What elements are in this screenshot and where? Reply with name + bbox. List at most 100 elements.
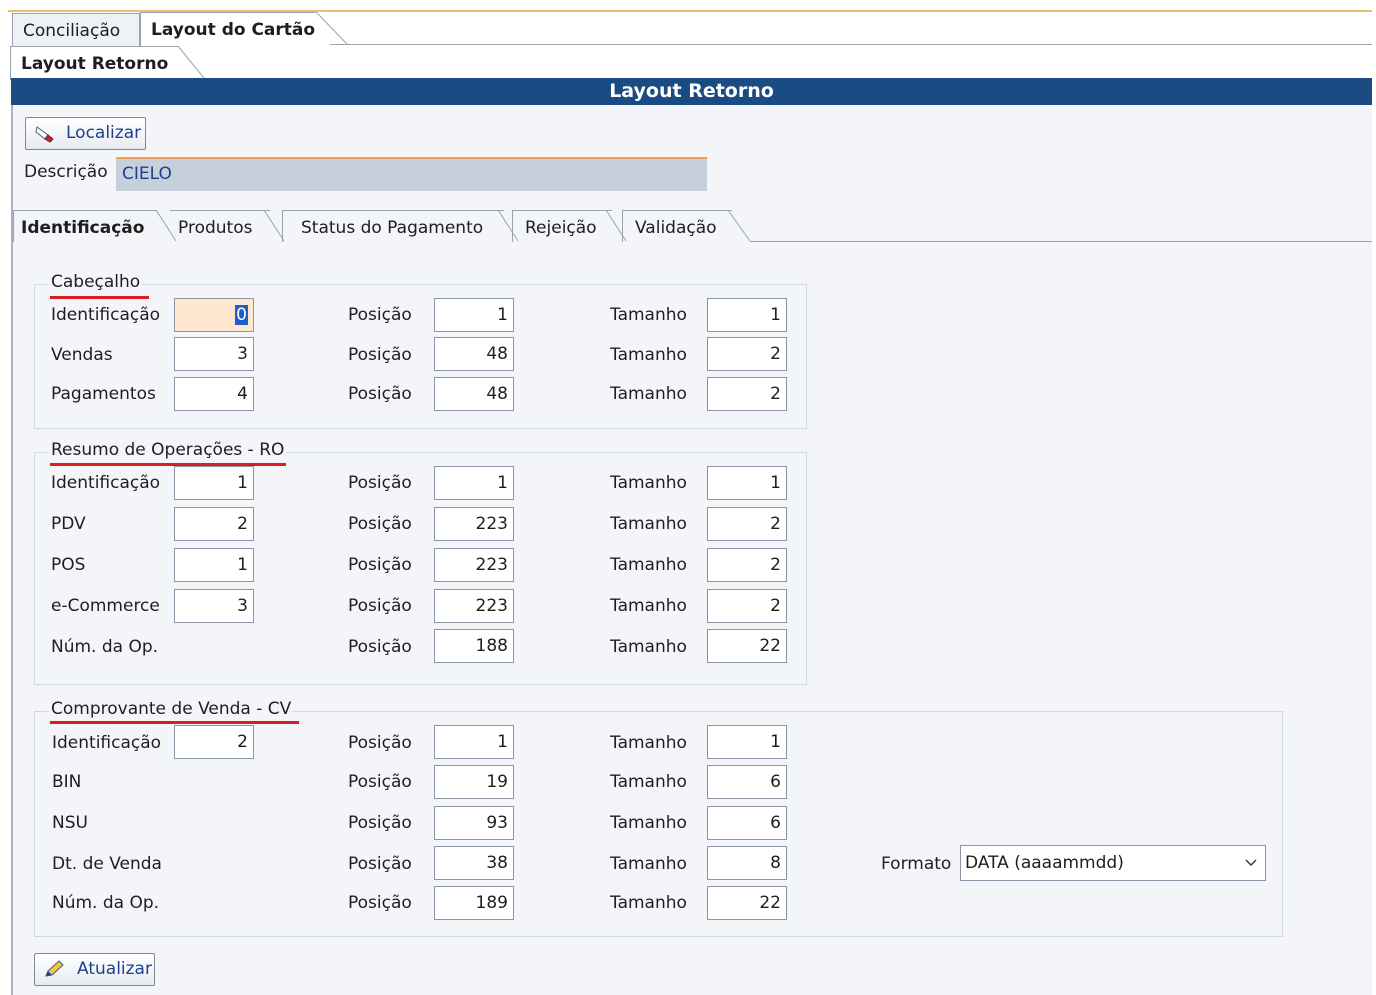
ro-pdv-label: PDV [51,514,86,534]
posicao-label: Posição [348,305,412,325]
ro-num-op-tamanho-input[interactable]: 22 [707,629,787,663]
cab-vendas-posicao-input[interactable]: 48 [434,337,514,371]
ro-identificacao-label: Identificação [51,473,161,493]
cab-vendas-label: Vendas [51,345,113,365]
ro-pdv-posicao-input[interactable]: 223 [434,507,514,541]
cv-dt-venda-label: Dt. de Venda [52,854,162,874]
cv-identificacao-tamanho-input[interactable]: 1 [707,725,787,759]
tamanho-label: Tamanho [610,555,687,575]
cab-vendas-input[interactable]: 3 [174,337,254,371]
descricao-label: Descrição [24,162,108,182]
formato-value: DATA (aaaammdd) [965,853,1124,873]
posicao-label: Posição [348,596,412,616]
posicao-label: Posição [348,637,412,657]
posicao-label: Posição [348,733,412,753]
resumo-title: Resumo de Operações - RO [49,440,287,460]
tamanho-label: Tamanho [610,345,687,365]
comprovante-underline [50,721,299,724]
tamanho-label: Tamanho [610,893,687,913]
cab-identificacao-label: Identificação [51,305,161,325]
cv-bin-posicao-input[interactable]: 19 [434,765,514,799]
cv-identificacao-posicao-input[interactable]: 1 [434,725,514,759]
ro-pdv-tamanho-input[interactable]: 2 [707,507,787,541]
posicao-label: Posição [348,813,412,833]
posicao-label: Posição [348,473,412,493]
posicao-label: Posição [348,772,412,792]
posicao-label: Posição [348,893,412,913]
posicao-label: Posição [348,384,412,404]
ro-identificacao-posicao-input[interactable]: 1 [434,466,514,500]
cv-nsu-posicao-input[interactable]: 93 [434,806,514,840]
atualizar-button[interactable]: Atualizar [34,953,155,986]
tamanho-label: Tamanho [610,733,687,753]
ro-ecommerce-posicao-input[interactable]: 223 [434,589,514,623]
cab-vendas-tamanho-input[interactable]: 2 [707,337,787,371]
ro-num-op-posicao-input[interactable]: 188 [434,629,514,663]
chevron-down-icon [1245,859,1257,866]
tamanho-label: Tamanho [610,384,687,404]
atualizar-label: Atualizar [77,959,152,979]
tab-layout-do-cartao[interactable]: Layout do Cartão [140,12,315,46]
cv-dt-venda-posicao-input[interactable]: 38 [434,846,514,880]
ro-identificacao-tamanho-input[interactable]: 1 [707,466,787,500]
cab-pagamentos-tamanho-input[interactable]: 2 [707,377,787,411]
tab-status-do-pagamento[interactable]: Status do Pagamento [282,210,504,242]
ro-pos-posicao-input[interactable]: 223 [434,548,514,582]
cabecalho-title: Cabeçalho [49,272,143,292]
inner-tab-strip-border [750,241,1372,242]
localizar-button[interactable]: Localizar [25,117,146,150]
tamanho-label: Tamanho [610,772,687,792]
tab-strip-border [330,44,1372,45]
tab-validacao[interactable]: Validação [622,210,732,242]
tamanho-label: Tamanho [610,473,687,493]
cab-pagamentos-posicao-input[interactable]: 48 [434,377,514,411]
tamanho-label: Tamanho [610,813,687,833]
posicao-label: Posição [348,514,412,534]
tab-conciliacao[interactable]: Conciliação [12,13,140,47]
comprovante-title: Comprovante de Venda - CV [49,699,294,719]
cab-pagamentos-input[interactable]: 4 [174,377,254,411]
posicao-label: Posição [348,854,412,874]
cv-nsu-label: NSU [52,813,88,833]
cv-dt-venda-tamanho-input[interactable]: 8 [707,846,787,880]
localizar-label: Localizar [66,123,142,143]
ro-pos-tamanho-input[interactable]: 2 [707,548,787,582]
descricao-field[interactable]: CIELO [116,157,707,191]
subtab-layout-retorno[interactable]: Layout Retorno [10,46,178,80]
ro-ecommerce-input[interactable]: 3 [174,589,254,623]
tab-corner [312,12,349,46]
tamanho-label: Tamanho [610,637,687,657]
cv-num-op-tamanho-input[interactable]: 22 [707,886,787,920]
formato-label: Formato [881,854,952,874]
cv-bin-label: BIN [52,772,82,792]
cabecalho-underline [50,296,149,299]
page-title: Layout Retorno [11,78,1372,105]
tamanho-label: Tamanho [610,305,687,325]
tab-identificacao[interactable]: Identificação [13,210,157,242]
cab-identificacao-input[interactable]: 0 [174,298,254,332]
cv-identificacao-label: Identificação [52,733,162,753]
ro-ecommerce-tamanho-input[interactable]: 2 [707,589,787,623]
tab-rejeicao[interactable]: Rejeição [512,210,612,242]
ro-pos-label: POS [51,555,86,575]
cv-num-op-posicao-input[interactable]: 189 [434,886,514,920]
cab-identificacao-posicao-input[interactable]: 1 [434,298,514,332]
tamanho-label: Tamanho [610,596,687,616]
tamanho-label: Tamanho [610,854,687,874]
ro-ecommerce-label: e-Commerce [51,596,160,616]
formato-select[interactable]: DATA (aaaammdd) [960,845,1266,881]
cab-identificacao-tamanho-input[interactable]: 1 [707,298,787,332]
eraser-icon [35,126,54,143]
tab-produtos[interactable]: Produtos [170,210,270,242]
cv-nsu-tamanho-input[interactable]: 6 [707,806,787,840]
pencil-icon [45,960,64,977]
cv-identificacao-input[interactable]: 2 [174,725,254,759]
ro-pdv-input[interactable]: 2 [174,507,254,541]
cv-bin-tamanho-input[interactable]: 6 [707,765,787,799]
tab-validacao-corner [728,210,751,242]
ro-pos-input[interactable]: 1 [174,548,254,582]
cv-num-op-label: Núm. da Op. [52,893,160,913]
cab-pagamentos-label: Pagamentos [51,384,156,404]
ro-identificacao-input[interactable]: 1 [174,466,254,500]
tamanho-label: Tamanho [610,514,687,534]
